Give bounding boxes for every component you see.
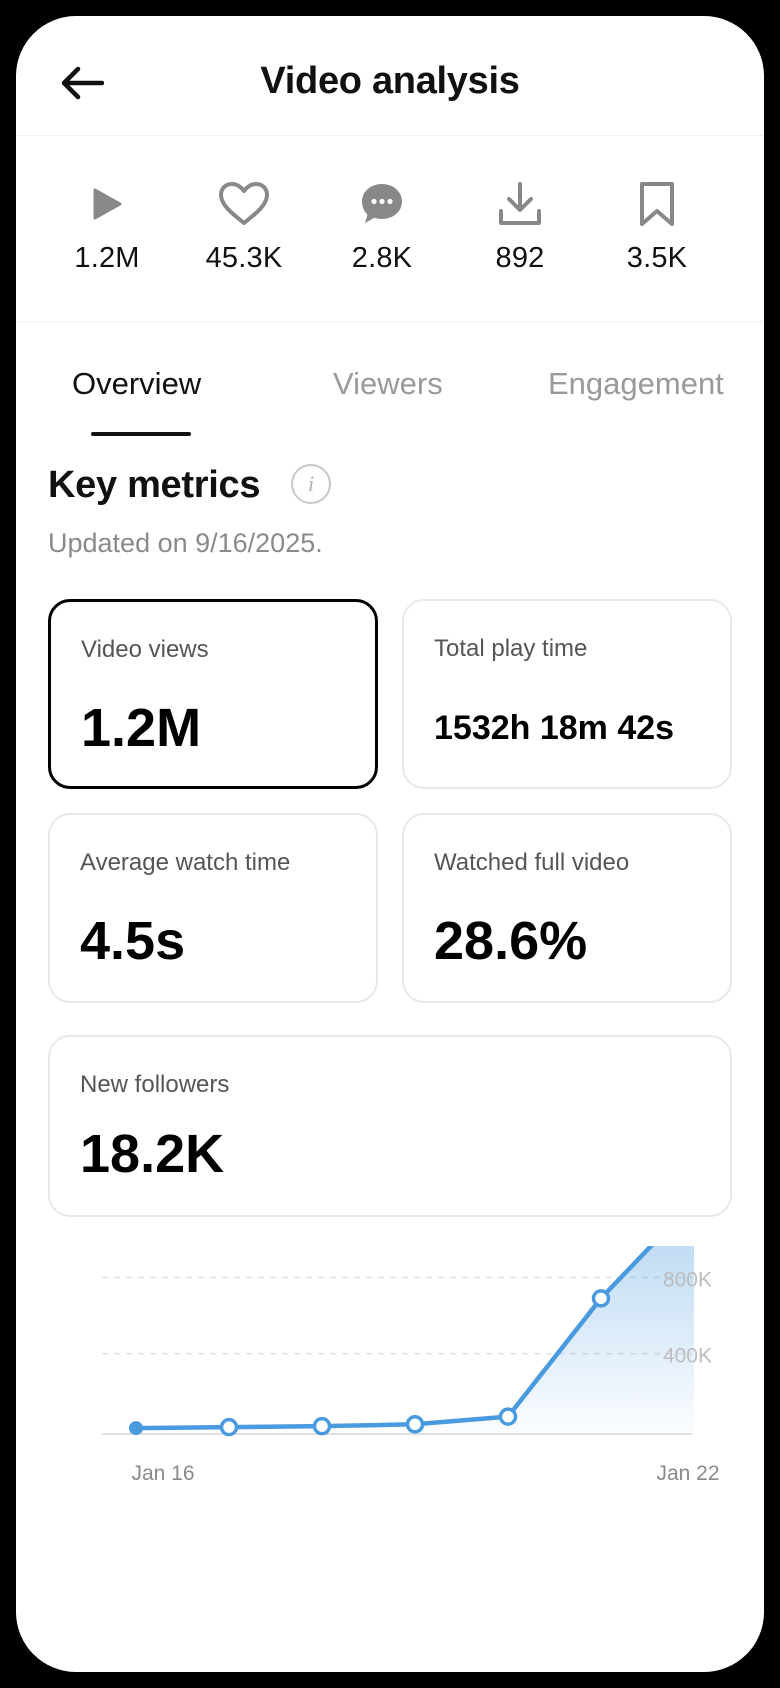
phone-screen: Video analysis 1.2M 45.3K 2.8K 892 3.5K … [16, 16, 764, 1672]
info-icon[interactable]: i [291, 464, 331, 504]
chart-y-tick-label: 800K [663, 1268, 712, 1291]
chart-data-point [312, 1416, 332, 1436]
metric-value: 18.2K [80, 1124, 225, 1184]
metric-label: New followers [80, 1071, 230, 1098]
metric-card-watched-full-video[interactable]: Watched full video 28.6% [402, 813, 732, 1003]
chart-x-tick-label: Jan 22 [656, 1462, 719, 1485]
views-line-chart: 400K800K1.2MJan 16Jan 22 [102, 1246, 720, 1485]
chart-data-point [591, 1289, 611, 1308]
stat-value: 2.8K [351, 242, 413, 274]
download-icon [450, 174, 590, 234]
active-tab-indicator [91, 432, 191, 436]
heart-icon [174, 174, 314, 234]
metric-card-new-followers[interactable]: New followers 18.2K [48, 1035, 732, 1217]
metric-value: 1532h 18m 42s [434, 709, 675, 747]
stat-saves: 3.5K [587, 174, 727, 275]
updated-timestamp: Updated on 9/16/2025. [48, 528, 323, 558]
metric-value: 1.2M [81, 698, 202, 758]
stat-value: 3.5K [626, 242, 688, 274]
chart-area [136, 1246, 694, 1434]
chart-data-point [129, 1421, 143, 1436]
tab-overview[interactable]: Overview [72, 366, 201, 402]
metric-label: Total play time [434, 635, 588, 662]
header: Video analysis [16, 16, 764, 136]
chart-data-point [498, 1407, 518, 1426]
tab-viewers[interactable]: Viewers [333, 366, 443, 402]
metric-card-total-play-time[interactable]: Total play time 1532h 18m 42s [402, 599, 732, 789]
metric-value: 28.6% [434, 911, 588, 971]
tab-bar: Overview Viewers Engagement [16, 334, 764, 444]
metric-value: 4.5s [80, 911, 186, 971]
stat-value: 892 [495, 242, 545, 274]
metric-label: Average watch time [80, 849, 291, 876]
bookmark-icon [587, 174, 727, 234]
comment-icon [312, 174, 452, 234]
play-icon [37, 174, 177, 234]
stat-value: 45.3K [205, 242, 283, 274]
stats-row: 1.2M 45.3K 2.8K 892 3.5K [16, 136, 764, 322]
metric-card-video-views[interactable]: Video views 1.2M [48, 599, 378, 789]
chart-x-tick-label: Jan 16 [131, 1462, 194, 1485]
stat-likes: 45.3K [174, 174, 314, 275]
stat-value: 1.2M [74, 242, 140, 274]
section-title: Key metrics [48, 464, 261, 506]
stat-comments: 2.8K [312, 174, 452, 275]
metric-label: Video views [81, 636, 209, 663]
metric-label: Watched full video [434, 849, 630, 876]
stat-plays: 1.2M [37, 174, 177, 275]
chart-data-point [405, 1415, 425, 1434]
chart-data-point [219, 1417, 239, 1437]
chart-y-tick-label: 400K [663, 1345, 712, 1368]
page-title: Video analysis [260, 60, 520, 102]
metric-card-average-watch-time[interactable]: Average watch time 4.5s [48, 813, 378, 1003]
tab-engagement[interactable]: Engagement [548, 366, 724, 402]
stat-downloads: 892 [450, 174, 590, 275]
